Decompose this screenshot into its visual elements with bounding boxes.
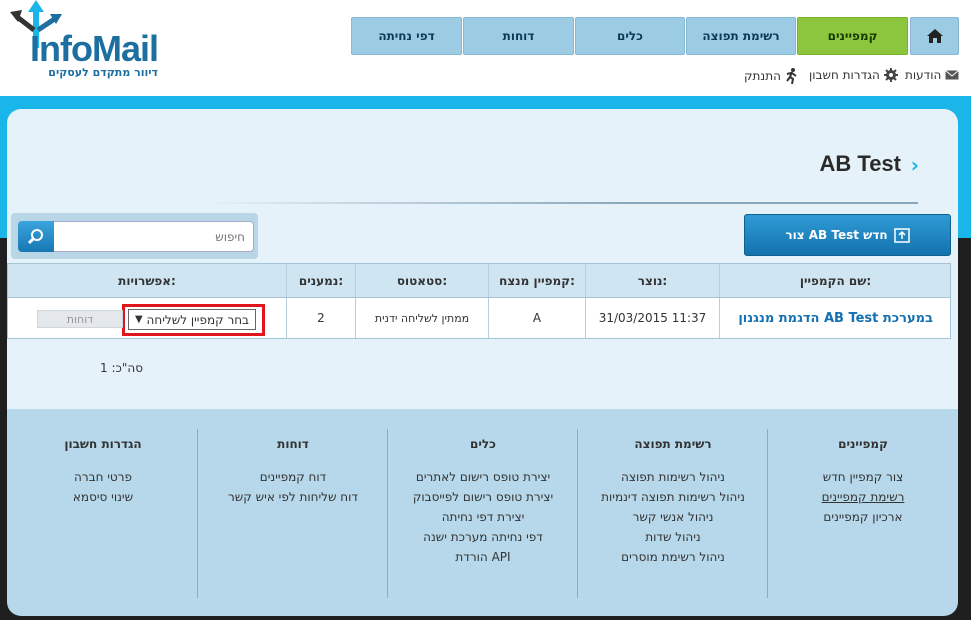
nav-tools[interactable]: כלים [575,17,685,55]
footer-col-mailing-lists: רשימת תפוצה ניהול רשימות תפוצה ניהול רשי… [578,429,768,567]
content-panel [7,109,958,409]
messages-link[interactable]: הודעות [905,68,960,82]
footer-link[interactable]: שינוי סיסמא [8,487,198,507]
reports-button[interactable]: דוחות [37,310,123,328]
footer-link[interactable]: פרטי חברה [8,467,198,487]
campaign-name-link[interactable]: הדגמת מנגנון AB Test במערכת [738,311,933,326]
campaign-name-cell: הדגמת מנגנון AB Test במערכת [719,298,951,338]
gear-icon [883,68,898,82]
dropdown-arrow-icon: ▼ [135,314,143,325]
table-header-row: שם הקמפיין: נוצר: קמפיין מנצח: סטאטוס: נ… [7,263,951,298]
header-recipients[interactable]: נמענים: [286,264,355,297]
footer-link[interactable]: ניהול רשימות תפוצה [578,467,768,487]
footer-heading: דוחות [277,437,309,451]
logo-tagline: דיוור מתקדם לעסקים [48,66,158,79]
footer-link[interactable]: הורדת API [388,547,578,567]
account-settings-link[interactable]: הגדרות חשבון [809,68,898,82]
header-campaign-name[interactable]: שם הקמפיין: [719,264,951,297]
nav-reports[interactable]: דוחות [463,17,574,55]
add-document-icon [893,228,910,243]
footer-col-account-settings: הגדרות חשבון פרטי חברה שינוי סיסמא [8,429,198,507]
footer-heading: כלים [470,437,496,451]
total-count: סה"כ: 1 [100,361,143,375]
footer-link[interactable]: דוח שליחות לפי איש קשר [198,487,388,507]
site-header: InfoMail דיוור מתקדם לעסקים קמפיינים רשי… [0,0,971,96]
footer-heading: קמפיינים [838,437,888,451]
search-button[interactable] [18,221,54,252]
chevron-right-icon: › [910,153,919,177]
status-cell: ממתין לשליחה ידנית [355,298,488,338]
send-campaign-select[interactable]: ▼ בחר קמפיין לשליחה [128,309,256,330]
recipients-cell: 2 [286,298,355,338]
footer-link[interactable]: ניהול שדות [578,527,768,547]
footer-heading: רשימת תפוצה [634,437,712,451]
infomail-logo[interactable]: InfoMail דיוור מתקדם לעסקים [6,0,159,88]
search-icon [27,228,43,244]
nav-landing-pages[interactable]: דפי נחיתה [351,17,462,55]
footer-link[interactable]: רשימת קמפיינים [768,487,958,507]
settings-label: הגדרות חשבון [809,68,880,82]
footer-link[interactable]: יצירת דפי נחיתה [388,507,578,527]
footer-link[interactable]: דוח קמפיינים [198,467,388,487]
new-ab-test-button[interactable]: צור AB Test חדש [744,214,951,256]
nav-home[interactable] [910,17,959,55]
footer-link[interactable]: דפי נחיתה מערכת ישנה [388,527,578,547]
envelope-icon [945,70,960,80]
title-divider [200,202,918,204]
footer-link[interactable]: יצירת טופס רישום לאתרים [388,467,578,487]
running-man-icon [786,68,797,84]
new-ab-test-label: צור AB Test חדש [785,228,888,242]
select-value: בחר קמפיין לשליחה [146,312,249,327]
nav-campaigns[interactable]: קמפיינים [797,17,908,55]
footer-link[interactable]: ניהול אנשי קשר [578,507,768,527]
header-options: אפשרויות: [118,273,176,288]
footer-link[interactable]: צור קמפיין חדש [768,467,958,487]
footer-col-tools: כלים יצירת טופס רישום לאתרים יצירת טופס … [388,429,578,567]
header-status[interactable]: סטאטוס: [355,264,488,297]
footer-heading: הגדרות חשבון [64,437,142,451]
messages-label: הודעות [905,68,942,82]
search-input[interactable] [53,221,254,252]
footer-col-campaigns: קמפיינים צור קמפיין חדש רשימת קמפיינים א… [768,429,958,527]
created-cell: 31/03/2015 11:37 [585,298,719,338]
logout-label: התנתק [744,69,781,83]
logout-link[interactable]: התנתק [744,68,799,84]
header-created[interactable]: נוצר: [585,264,719,297]
winner-cell: A [488,298,585,338]
footer-col-reports: דוחות דוח קמפיינים דוח שליחות לפי איש קש… [198,429,388,507]
footer-link[interactable]: ניהול רשימת מוסרים [578,547,768,567]
footer-link[interactable]: ניהול רשימות תפוצה דינמיות [578,487,768,507]
page-title: AB Test [819,151,902,176]
nav-mailing-lists[interactable]: רשימת תפוצה [686,17,796,55]
home-icon [926,29,943,43]
logo-text: InfoMail [30,28,159,69]
header-winner[interactable]: קמפיין מנצח: [488,264,585,297]
footer-link[interactable]: יצירת טופס רישום לפייסבוק [388,487,578,507]
footer-link[interactable]: ארכיון קמפיינים [768,507,958,527]
